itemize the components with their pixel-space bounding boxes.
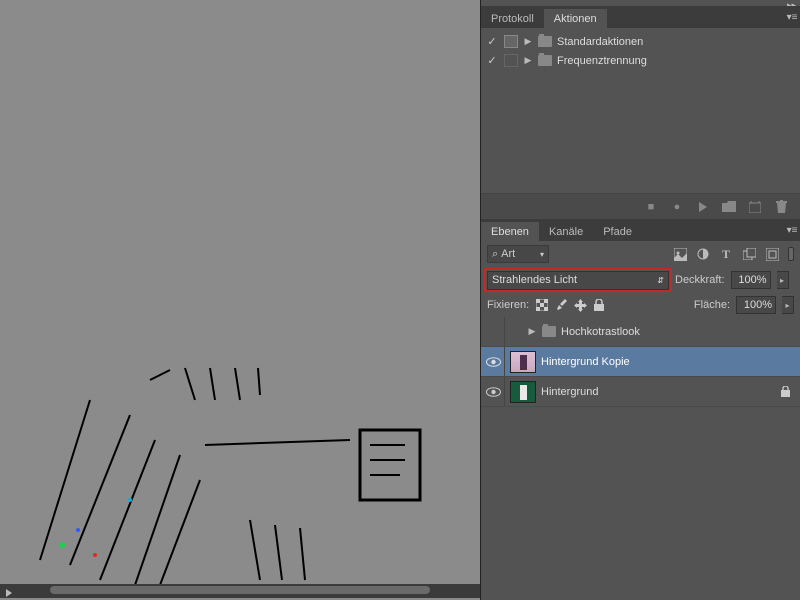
new-set-folder-icon[interactable] — [722, 200, 736, 214]
actions-button-bar: ■ ● — [481, 193, 800, 219]
new-action-icon[interactable] — [748, 200, 762, 214]
disclosure-triangle-icon[interactable]: ▶ — [523, 36, 533, 47]
folder-icon — [538, 55, 552, 66]
fill-input[interactable]: 100% — [736, 296, 776, 314]
action-dialog-toggle-icon[interactable] — [504, 35, 518, 48]
layer-row[interactable]: Hintergrund Kopie — [481, 347, 800, 377]
dropdown-arrow-icon: ▾ — [540, 250, 544, 259]
tab-protokoll[interactable]: Protokoll — [481, 9, 544, 28]
action-dialog-toggle-icon[interactable] — [504, 54, 518, 67]
filter-smart-icon[interactable] — [765, 247, 779, 261]
filter-adjustment-icon[interactable] — [696, 247, 710, 261]
search-icon: ⌕ — [492, 248, 498, 261]
tab-aktionen[interactable]: Aktionen — [544, 9, 607, 28]
folder-icon — [538, 36, 552, 47]
canvas-content — [0, 0, 480, 600]
record-icon[interactable]: ● — [670, 200, 684, 214]
visibility-eye-icon[interactable] — [483, 377, 505, 406]
visibility-eye-icon[interactable]: ◉ — [483, 317, 505, 346]
layers-list: ◉ ▶ Hochkotrastlook Hintergrund Kopie Hi… — [481, 317, 800, 600]
folder-icon — [542, 326, 556, 337]
layer-locked-icon — [781, 386, 790, 397]
opacity-input[interactable]: 100% — [731, 271, 771, 289]
lock-all-icon[interactable] — [592, 298, 606, 312]
tab-kanaele[interactable]: Kanäle — [539, 222, 593, 241]
filter-type-icon[interactable]: T — [719, 247, 733, 261]
action-enabled-check-icon[interactable]: ✓ — [485, 54, 499, 67]
scrollbar-thumb[interactable] — [50, 586, 430, 594]
stop-icon[interactable]: ■ — [644, 200, 658, 214]
blend-mode-value: Strahlendes Licht — [492, 274, 577, 286]
fill-label: Fläche: — [694, 299, 730, 311]
layer-thumbnail[interactable] — [510, 381, 536, 403]
filter-toggle-switch[interactable] — [788, 247, 794, 261]
filter-pixel-icon[interactable] — [673, 247, 687, 261]
fill-slider-arrow-icon[interactable]: ▸ — [782, 296, 794, 314]
action-set-label: Standardaktionen — [557, 36, 643, 48]
document-canvas[interactable] — [0, 0, 480, 600]
filter-shape-icon[interactable] — [742, 247, 756, 261]
disclosure-triangle-icon[interactable]: ▶ — [527, 326, 537, 337]
layer-name[interactable]: Hintergrund Kopie — [541, 356, 630, 368]
layer-filter-kind-select[interactable]: ⌕ Art ▾ — [487, 245, 549, 263]
action-set-label: Frequenztrennung — [557, 55, 647, 67]
lock-pixels-brush-icon[interactable] — [554, 298, 568, 312]
play-icon[interactable] — [696, 200, 710, 214]
layer-row[interactable]: Hintergrund — [481, 377, 800, 407]
trash-icon[interactable] — [774, 200, 788, 214]
lock-position-move-icon[interactable] — [573, 298, 587, 312]
filter-kind-label: Art — [501, 248, 515, 260]
panel-menu-icon[interactable]: ▾≡ — [784, 219, 800, 241]
disclosure-triangle-icon[interactable]: ▶ — [523, 55, 533, 66]
lock-label: Fixieren: — [487, 299, 529, 311]
blend-mode-select[interactable]: Strahlendes Licht ⇵ — [487, 271, 669, 290]
dropdown-arrow-icon: ⇵ — [657, 276, 664, 285]
opacity-label: Deckkraft: — [675, 274, 725, 286]
action-enabled-check-icon[interactable]: ✓ — [485, 35, 499, 48]
tab-ebenen[interactable]: Ebenen — [481, 222, 539, 241]
actions-panel: ✓ ▶ Standardaktionen ✓ ▶ Frequenztrennun… — [481, 28, 800, 193]
tab-pfade[interactable]: Pfade — [593, 222, 642, 241]
layer-name[interactable]: Hochkotrastlook — [561, 326, 640, 338]
action-set-row[interactable]: ✓ ▶ Standardaktionen — [481, 32, 800, 51]
lock-transparency-icon[interactable] — [535, 298, 549, 312]
animation-play-icon[interactable] — [2, 586, 16, 600]
layer-name[interactable]: Hintergrund — [541, 386, 598, 398]
visibility-eye-icon[interactable] — [483, 347, 505, 376]
layer-thumbnail[interactable] — [510, 351, 536, 373]
layer-group-row[interactable]: ◉ ▶ Hochkotrastlook — [481, 317, 800, 347]
action-set-row[interactable]: ✓ ▶ Frequenztrennung — [481, 51, 800, 70]
panel-menu-icon[interactable]: ▾≡ — [784, 6, 800, 28]
horizontal-scrollbar[interactable] — [0, 584, 480, 598]
opacity-slider-arrow-icon[interactable]: ▸ — [777, 271, 789, 289]
